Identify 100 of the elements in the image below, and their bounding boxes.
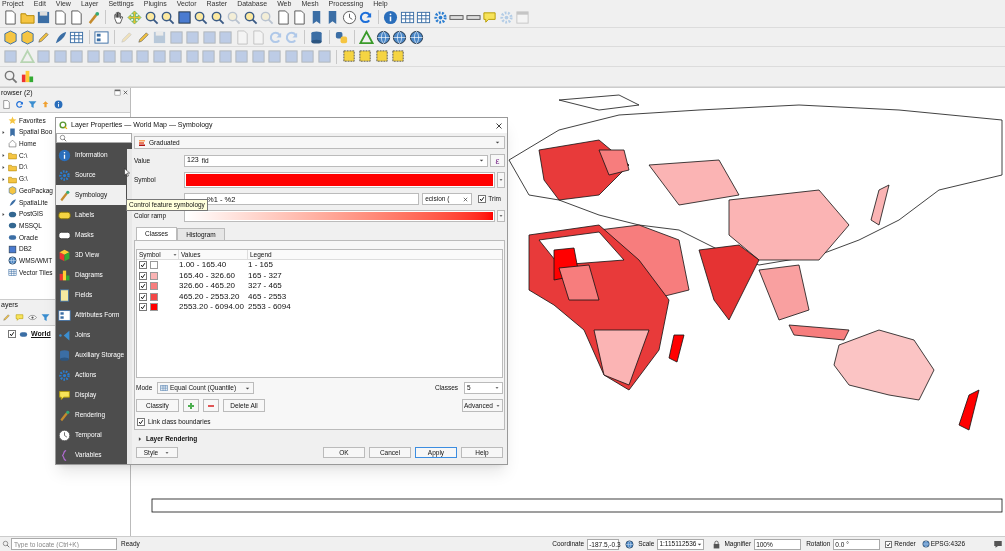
- clock-icon[interactable]: [341, 9, 357, 25]
- caret-icon: [498, 177, 504, 183]
- feather-icon: [8, 197, 17, 207]
- form-icon: [58, 308, 71, 322]
- eye-icon[interactable]: [28, 313, 37, 323]
- speech-bubble-icon[interactable]: [15, 313, 24, 323]
- bookmark-icon: [8, 127, 17, 137]
- table-icon[interactable]: [416, 9, 431, 25]
- magnifier-icon[interactable]: [242, 9, 258, 25]
- globe-icon[interactable]: [375, 29, 391, 45]
- page-icon[interactable]: [52, 9, 68, 25]
- table-cell-text: 1.00 - 165.40: [179, 259, 228, 272]
- add-class-button[interactable]: [183, 399, 199, 412]
- search-icon: [2, 540, 10, 549]
- star-icon: [8, 116, 17, 126]
- table-cell-text: 465.20 - 2553.20: [179, 290, 241, 303]
- close-icon: [462, 195, 470, 203]
- search-icon: [59, 134, 67, 142]
- filter-icon[interactable]: [28, 100, 37, 110]
- expand-arrow-icon[interactable]: [137, 435, 143, 442]
- speech-bubble-icon: [58, 388, 71, 402]
- square-icon[interactable]: [176, 9, 192, 25]
- globe-icon: [8, 256, 17, 266]
- search-icon[interactable]: [3, 68, 18, 84]
- bar-chart-icon: [58, 268, 71, 282]
- magnifier-icon[interactable]: [143, 9, 159, 25]
- brush-icon: [58, 408, 71, 422]
- table-icon[interactable]: [399, 9, 415, 25]
- python-icon[interactable]: [334, 29, 349, 45]
- caret-icon: [164, 449, 171, 456]
- magnifier-icon[interactable]: [209, 9, 225, 25]
- close-icon[interactable]: [494, 120, 504, 131]
- pencil-icon[interactable]: [2, 313, 11, 323]
- square-icon: [8, 244, 17, 254]
- checkbox[interactable]: [139, 303, 147, 312]
- expression-button[interactable]: ε: [490, 154, 505, 167]
- magnifier-icon[interactable]: [193, 9, 208, 25]
- globe-icon[interactable]: [392, 29, 407, 45]
- checkbox[interactable]: [885, 540, 893, 548]
- globe-icon[interactable]: [625, 539, 635, 549]
- dropdown-button[interactable]: [497, 172, 505, 188]
- table-icon: [8, 268, 17, 278]
- refresh-icon[interactable]: [358, 9, 373, 25]
- database-icon[interactable]: [309, 29, 324, 45]
- refresh-icon[interactable]: [15, 100, 24, 110]
- page-icon[interactable]: [69, 9, 84, 25]
- database-icon: [58, 348, 71, 362]
- table-cell-text: 1 - 165: [248, 259, 274, 272]
- magnifier-icon[interactable]: [160, 9, 175, 25]
- join-icon: [58, 328, 71, 342]
- plus-icon: [187, 401, 195, 410]
- cube-icon[interactable]: [19, 29, 35, 45]
- bar-chart-icon[interactable]: [19, 68, 35, 84]
- dropdown-button[interactable]: [497, 210, 505, 222]
- search-field[interactable]: [56, 133, 132, 143]
- table-icon[interactable]: [69, 29, 84, 45]
- gear-icon[interactable]: [432, 9, 448, 25]
- caret-icon: [494, 139, 501, 146]
- filter-icon[interactable]: [41, 313, 50, 323]
- upload-icon[interactable]: [41, 100, 50, 110]
- checkbox[interactable]: [139, 261, 147, 270]
- checkbox[interactable]: [137, 417, 145, 426]
- lock-icon[interactable]: [712, 539, 722, 549]
- page-icon[interactable]: [292, 9, 307, 25]
- checkbox[interactable]: [139, 282, 147, 291]
- checkbox[interactable]: [139, 292, 147, 301]
- page-icon[interactable]: [275, 9, 291, 25]
- selection-icon[interactable]: [341, 49, 357, 65]
- caret-icon: [494, 385, 500, 391]
- house-icon: [8, 139, 17, 149]
- table-cell-text: 165.40 - 326.60: [179, 269, 237, 282]
- triangle-icon[interactable]: [359, 29, 374, 45]
- table-cell-text: 165 - 327: [248, 269, 283, 282]
- remove-class-button[interactable]: [203, 399, 219, 412]
- chat-icon[interactable]: [993, 539, 1003, 550]
- info-icon[interactable]: [383, 9, 398, 25]
- cube-icon: [8, 186, 17, 196]
- caret-icon: [498, 213, 504, 219]
- speech-bubble-icon[interactable]: [482, 9, 497, 25]
- gear-icon: [58, 168, 71, 182]
- caret-icon: [494, 402, 501, 409]
- window-icon[interactable]: [114, 89, 121, 97]
- mouse-cursor-icon: [124, 168, 133, 177]
- page-icon[interactable]: [2, 100, 11, 110]
- globe-icon[interactable]: [921, 540, 930, 549]
- info-icon[interactable]: [54, 100, 63, 110]
- app-logo-icon: [59, 121, 68, 130]
- checkbox[interactable]: [139, 271, 147, 280]
- checkbox[interactable]: [478, 195, 487, 203]
- gear-icon: [58, 368, 71, 382]
- pencil-icon[interactable]: [36, 29, 51, 45]
- globe-icon[interactable]: [408, 29, 424, 45]
- cube-icon[interactable]: [3, 29, 18, 45]
- caret-icon: [478, 157, 485, 164]
- form-icon[interactable]: [94, 29, 109, 45]
- page-icon[interactable]: [3, 9, 18, 25]
- table-icon: [160, 384, 168, 392]
- info-icon: [58, 148, 71, 162]
- database-pill-icon: [19, 329, 28, 339]
- checkbox[interactable]: [8, 330, 16, 339]
